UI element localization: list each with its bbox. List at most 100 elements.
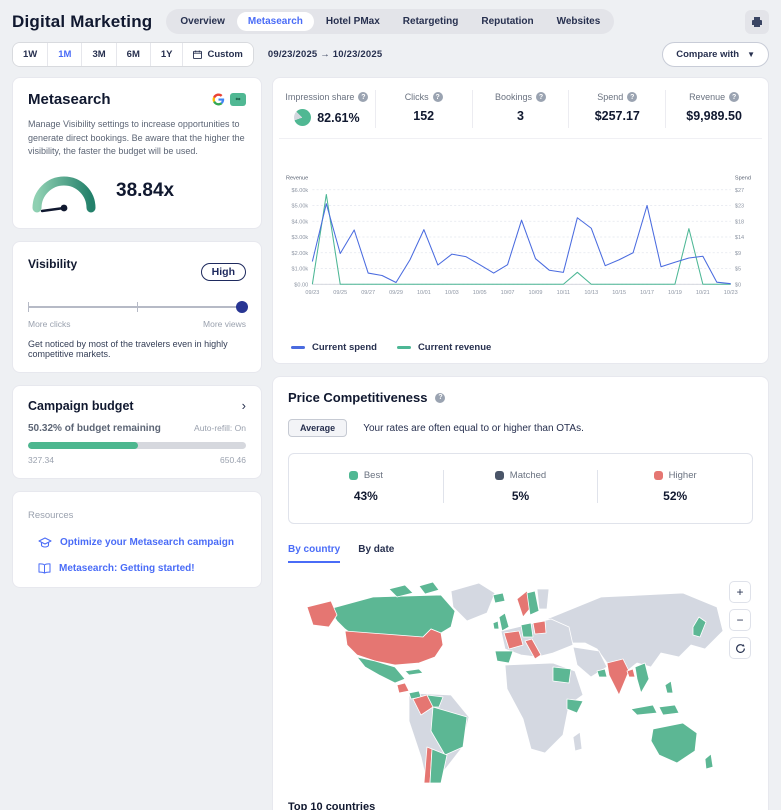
world-map[interactable] <box>301 569 741 797</box>
chart-legend: Current spend Current revenue <box>279 342 762 353</box>
visibility-card-title: Visibility <box>28 257 77 271</box>
slider-handle[interactable] <box>236 301 248 313</box>
custom-range-label: Custom <box>207 49 242 60</box>
slider-tick-middle <box>137 302 138 312</box>
legend-label: Current revenue <box>418 342 491 353</box>
chevron-right-icon[interactable]: › <box>242 399 246 412</box>
stat-label: Matched <box>510 470 546 481</box>
range-1m-button[interactable]: 1M <box>48 43 82 66</box>
zoom-out-button[interactable]: − <box>729 609 751 631</box>
calendar-icon <box>193 50 202 59</box>
print-button[interactable] <box>745 10 769 34</box>
kpi-revenue: Revenue? $9,989.50 <box>666 90 762 128</box>
roi-gauge <box>28 167 100 215</box>
zoom-in-button[interactable]: + <box>729 581 751 603</box>
spend-color-swatch <box>291 346 305 349</box>
tab-retargeting[interactable]: Retargeting <box>392 12 470 31</box>
svg-text:10/21: 10/21 <box>696 290 710 296</box>
left-sidebar: Metasearch ∞ Manage Visibility settings … <box>12 77 262 588</box>
range-6m-button[interactable]: 6M <box>117 43 151 66</box>
tab-reputation[interactable]: Reputation <box>470 12 544 31</box>
svg-text:09/25: 09/25 <box>333 290 347 296</box>
svg-text:$5.00k: $5.00k <box>292 204 309 210</box>
stat-matched: Matched 5% <box>444 470 599 503</box>
range-1y-button[interactable]: 1Y <box>151 43 184 66</box>
stat-value: 5% <box>444 489 598 503</box>
svg-text:Revenue: Revenue <box>286 175 308 181</box>
refresh-icon <box>735 643 746 654</box>
stat-label: Best <box>364 470 383 481</box>
budget-card-title: Campaign budget <box>28 399 134 413</box>
svg-text:$27: $27 <box>735 188 744 194</box>
graduation-cap-icon <box>38 537 52 549</box>
tab-by-date[interactable]: By date <box>358 544 394 563</box>
tab-hotel-pmax[interactable]: Hotel PMax <box>315 12 391 31</box>
tab-metasearch[interactable]: Metasearch <box>237 12 314 31</box>
date-range-text: 09/23/2025 → 10/23/2025 <box>268 49 382 60</box>
compare-with-button[interactable]: Compare with ▼ <box>662 42 769 67</box>
resources-title: Resources <box>28 510 73 521</box>
budget-total-value: 650.46 <box>220 455 246 465</box>
svg-text:Spend: Spend <box>735 175 751 181</box>
kpi-value: 82.61% <box>317 111 359 125</box>
legend-label: Current spend <box>312 342 377 353</box>
kpi-value: $9,989.50 <box>686 109 742 123</box>
resource-link-getting-started[interactable]: Metasearch: Getting started! <box>38 563 246 574</box>
legend-current-spend[interactable]: Current spend <box>291 342 377 353</box>
range-1w-button[interactable]: 1W <box>13 43 48 66</box>
svg-text:09/27: 09/27 <box>361 290 375 296</box>
rate-stats-box: Best 43% Matched 5% Higher 52% <box>288 453 753 524</box>
reset-map-button[interactable] <box>729 637 751 659</box>
budget-progress-bar <box>28 442 246 449</box>
compare-with-label: Compare with <box>676 49 739 60</box>
visibility-slider[interactable] <box>28 301 246 313</box>
range-3m-button[interactable]: 3M <box>82 43 116 66</box>
map-controls: + − <box>729 581 751 659</box>
metasearch-card-title: Metasearch <box>28 91 111 108</box>
help-icon[interactable]: ? <box>729 92 739 102</box>
help-icon[interactable]: ? <box>358 92 368 102</box>
slider-label-clicks: More clicks <box>28 319 71 329</box>
auto-refill-status: Auto-refill: On <box>194 423 246 433</box>
tab-by-country[interactable]: By country <box>288 544 340 563</box>
kpi-label: Bookings <box>495 92 532 102</box>
svg-text:10/11: 10/11 <box>557 290 570 296</box>
tab-websites[interactable]: Websites <box>546 12 612 31</box>
custom-range-button[interactable]: Custom <box>183 43 252 66</box>
price-competitiveness-title: Price Competitiveness <box>288 390 427 405</box>
resource-link-optimize[interactable]: Optimize your Metasearch campaign <box>38 537 246 549</box>
higher-dot-icon <box>654 471 663 480</box>
svg-text:$1.00k: $1.00k <box>292 267 309 273</box>
campaign-budget-card: Campaign budget › 50.32% of budget remai… <box>12 385 262 479</box>
svg-text:10/01: 10/01 <box>417 290 431 296</box>
kpi-value: 3 <box>517 109 524 123</box>
svg-text:10/19: 10/19 <box>668 290 682 296</box>
help-icon[interactable]: ? <box>435 393 445 403</box>
stat-value: 52% <box>598 489 752 503</box>
legend-current-revenue[interactable]: Current revenue <box>397 342 491 353</box>
slider-tick-start <box>28 302 29 312</box>
svg-text:$6.00k: $6.00k <box>292 188 309 194</box>
stat-higher: Higher 52% <box>598 470 752 503</box>
kpi-row: Impression share? 82.61% Clicks? 152 Boo… <box>279 90 762 139</box>
average-badge: Average <box>288 419 347 437</box>
svg-text:10/17: 10/17 <box>640 290 654 296</box>
spend-revenue-chart: RevenueSpend$0.00$0$1.00k$5$2.00k$9$3.00… <box>279 143 762 331</box>
help-icon[interactable]: ? <box>627 92 637 102</box>
svg-text:10/05: 10/05 <box>473 290 487 296</box>
roi-multiplier-value: 38.84x <box>116 180 174 202</box>
date-range-group: 1W 1M 3M 6M 1Y Custom <box>12 42 254 67</box>
help-icon[interactable]: ? <box>536 92 546 102</box>
visibility-level-badge: High <box>201 263 246 281</box>
google-hotel-ads-icon: ∞ <box>230 93 246 106</box>
resources-card: Resources Optimize your Metasearch campa… <box>12 491 262 588</box>
visibility-description: Get noticed by most of the travelers eve… <box>28 339 246 359</box>
chevron-down-icon: ▼ <box>747 50 755 59</box>
stat-best: Best 43% <box>289 470 444 503</box>
svg-text:10/09: 10/09 <box>529 290 543 296</box>
budget-spent-value: 327.34 <box>28 455 54 465</box>
tab-overview[interactable]: Overview <box>169 12 235 31</box>
price-competitiveness-card: Price Competitiveness ? Average Your rat… <box>272 376 769 810</box>
kpi-spend: Spend? $257.17 <box>569 90 666 128</box>
help-icon[interactable]: ? <box>433 92 443 102</box>
